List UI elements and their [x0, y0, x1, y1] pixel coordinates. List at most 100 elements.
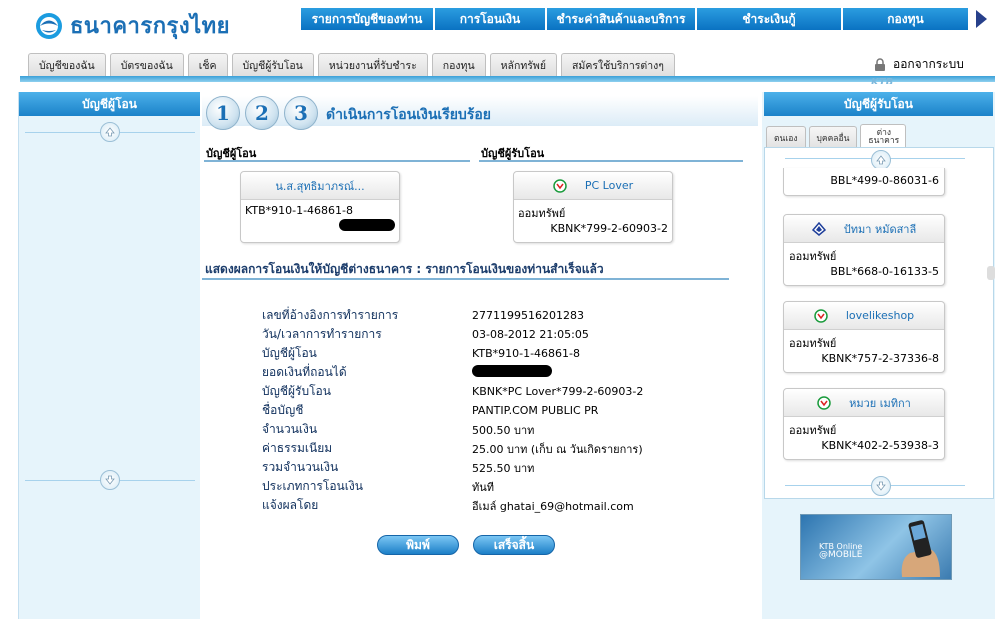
detail-label: วัน/เวลาการทำรายการ	[262, 327, 382, 341]
ktb-logo[interactable]: ธนาคารกรุงไทย	[32, 8, 230, 43]
recipient-name: หมวย เมทิกา	[849, 396, 911, 410]
step-3: 3	[284, 96, 318, 130]
arrow-down-icon	[105, 475, 115, 485]
ktb-bird-icon	[36, 12, 62, 39]
sender-panel-title: บัญชีผู้โอน	[19, 92, 200, 116]
detail-label: บัญชีผู้รับโอน	[262, 384, 331, 398]
recipient-list: BBL*499-0-86031-6 ปัทมา หมัดสาลีออมทรัพย…	[764, 147, 995, 499]
recipient-card[interactable]: ปัทมา หมัดสาลีออมทรัพย์ BBL*668-0-16133-5	[783, 214, 945, 286]
recipient-card-head: lovelikeshop	[784, 302, 944, 330]
list-scrollbar-thumb[interactable]	[987, 266, 995, 280]
transfer-summary: แสดงผลการโอนเงินให้บัญชีต่างธนาคาร : ราย…	[205, 262, 604, 276]
recipient-card-body: ออมทรัพย์ KBNK*402-2-53938-3	[784, 417, 944, 456]
detail-row: บัญชีผู้โอน KTB*910-1-46861-8	[262, 344, 580, 363]
subtab-0[interactable]: บัญชีของฉัน	[28, 53, 106, 77]
detail-row: วัน/เวลาการทำรายการ 03-08-2012 21:05:05	[262, 325, 589, 344]
detail-label: จำนวนเงิน	[262, 422, 318, 436]
detail-value: 03-08-2012 21:05:05	[472, 328, 589, 341]
detail-value: 500.50 บาท	[472, 423, 535, 437]
logout-link[interactable]: ออกจากระบบ	[873, 55, 964, 74]
detail-value: 2771199516201283	[472, 309, 584, 322]
recipient-account-type: ออมทรัพย์	[789, 250, 837, 263]
recipient-tabs: ตนเอง บุคคลอื่น ต่าง ธนาคาร	[766, 124, 909, 148]
tab-underline	[20, 76, 995, 82]
arrow-up-icon	[876, 155, 886, 165]
summary-rule	[202, 278, 729, 280]
to-account-type: ออมทรัพย์	[518, 207, 566, 220]
to-account-number: KBNK*799-2-60903-2	[550, 222, 668, 235]
from-account-number: KTB*910-1-46861-8	[245, 204, 354, 217]
detail-label: แจ้งผลโดย	[262, 498, 319, 512]
recipient-card-partial[interactable]: BBL*499-0-86031-6	[783, 168, 945, 196]
recipient-card-head: ปัทมา หมัดสาลี	[784, 215, 944, 243]
sub-tabs: บัญชีของฉัน บัตรของฉัน เช็ค บัญชีผู้รับโอนห…	[28, 53, 679, 77]
from-account-card: น.ส.สุทธิมาภรณ์... KTB*910-1-46861-8	[240, 171, 400, 243]
detail-row: ค่าธรรมเนียม 25.00 บาท (เก็บ ณ วันเกิดราย…	[262, 439, 643, 458]
recipient-card[interactable]: หมวย เมทิกาออมทรัพย์ KBNK*402-2-53938-3	[783, 388, 945, 460]
phone-in-hand-icon	[901, 520, 940, 577]
recipient-scroll-down-button[interactable]	[871, 476, 891, 496]
tab-other-bank[interactable]: ต่าง ธนาคาร	[860, 124, 907, 148]
top-navigation: รายการบัญชีของท่าน การโอนเงิน ชำระค่าสินค้…	[301, 8, 970, 30]
bbl-icon	[811, 221, 826, 236]
lock-icon	[875, 57, 885, 71]
redacted-mark	[472, 365, 552, 377]
subtab-5[interactable]: กองทุน	[431, 53, 486, 77]
subtab-4[interactable]: หน่วยงานที่รับชำระ	[317, 53, 428, 77]
detail-label: รวมจำนวนเงิน	[262, 460, 339, 474]
subtab-3[interactable]: บัญชีผู้รับโอน	[231, 53, 314, 77]
topnav-item[interactable]: รายการบัญชีของท่าน	[301, 8, 435, 30]
kbank-icon	[553, 178, 567, 193]
partial-account-number: BBL*499-0-86031-6	[830, 174, 939, 187]
recipient-card[interactable]: lovelikeshop ออมทรัพย์ KBNK*757-2-37336-8	[783, 301, 945, 373]
detail-value: KTB*910-1-46861-8	[472, 347, 581, 360]
recipient-scroll-up-button[interactable]	[871, 150, 891, 170]
subtab-2[interactable]: เช็ค	[187, 53, 228, 77]
detail-row: แจ้งผลโดย อีเมล์ ghatai_69@hotmail.com	[262, 496, 634, 515]
recipient-account-type: ออมทรัพย์	[789, 424, 837, 437]
detail-label: เลขที่อ้างอิงการทำรายการ	[262, 308, 399, 322]
subtab-1[interactable]: บัตรของฉัน	[109, 53, 184, 77]
ktb-mobile-banner[interactable]: KTB Online @MOBILE	[800, 514, 952, 580]
transfer-result-main: 1 2 3 ดำเนินการโอนเงินเรียบร้อย บัญชีผู้…	[200, 92, 762, 619]
sender-account-panel: บัญชีผู้โอน	[18, 92, 200, 619]
topnav-item[interactable]: กองทุน	[843, 8, 970, 30]
detail-row: บัญชีผู้รับโอน KBNK*PC Lover*799-2-60903-…	[262, 382, 643, 401]
topnav-item[interactable]: ชำระค่าสินค้าและบริการ	[547, 8, 697, 30]
topnav-item[interactable]: การโอนเงิน	[435, 8, 547, 30]
recipient-name: lovelikeshop	[845, 309, 915, 322]
tab-others[interactable]: บุคคลอื่น	[808, 126, 858, 148]
recipient-card-body: ออมทรัพย์ BBL*668-0-16133-5	[784, 243, 944, 282]
detail-value: 525.50 บาท	[472, 461, 535, 475]
recipient-name: ปัทมา หมัดสาลี	[843, 222, 917, 236]
detail-row: ประเภทการโอนเงิน ทันที	[262, 477, 494, 496]
sender-scroll-down-button[interactable]	[100, 470, 120, 490]
detail-row: ชื่อบัญชี PANTIP.COM PUBLIC PR	[262, 401, 598, 420]
recipient-account-type: ออมทรัพย์	[789, 337, 837, 350]
print-button[interactable]: พิมพ์	[377, 535, 459, 555]
tab-self[interactable]: ตนเอง	[766, 126, 806, 148]
detail-row: ยอดเงินที่ถอนได้	[262, 363, 552, 382]
to-rule	[479, 160, 743, 162]
promo-text: KTB Online @MOBILE	[819, 542, 862, 560]
nav-next-arrow-icon[interactable]	[976, 10, 987, 28]
step-2: 2	[245, 96, 279, 130]
from-rule	[204, 160, 470, 162]
recipient-panel-title: บัญชีผู้รับโอน	[764, 92, 993, 116]
sender-scroll-up-button[interactable]	[100, 122, 120, 142]
step-title: ดำเนินการโอนเงินเรียบร้อย	[326, 107, 491, 123]
step-indicator: 1 2 3 ดำเนินการโอนเงินเรียบร้อย	[202, 96, 758, 130]
subtab-6[interactable]: หลักทรัพย์	[489, 53, 557, 77]
header: ธนาคารกรุงไทย รายการบัญชีของท่าน การโอนเง…	[0, 0, 997, 50]
detail-label: ค่าธรรมเนียม	[262, 441, 333, 455]
recipient-card-head: หมวย เมทิกา	[784, 389, 944, 417]
detail-row: เลขที่อ้างอิงการทำรายการ 2771199516201283	[262, 306, 584, 325]
to-account-card: PC Lover ออมทรัพย์ KBNK*799-2-60903-2	[513, 171, 673, 243]
finish-button[interactable]: เสร็จสิ้น	[473, 535, 555, 555]
detail-value: อีเมล์ ghatai_69@hotmail.com	[472, 499, 634, 513]
recipient-card-body: ออมทรัพย์ KBNK*757-2-37336-8	[784, 330, 944, 369]
subtab-7[interactable]: สมัครใช้บริการต่างๆ	[560, 53, 675, 77]
recipient-account-panel: บัญชีผู้รับโอน ตนเอง บุคคลอื่น ต่าง ธนาค…	[762, 92, 995, 619]
detail-value: 25.00 บาท (เก็บ ณ วันเกิดรายการ)	[472, 442, 643, 456]
topnav-item[interactable]: ชำระเงินกู้	[697, 8, 843, 30]
